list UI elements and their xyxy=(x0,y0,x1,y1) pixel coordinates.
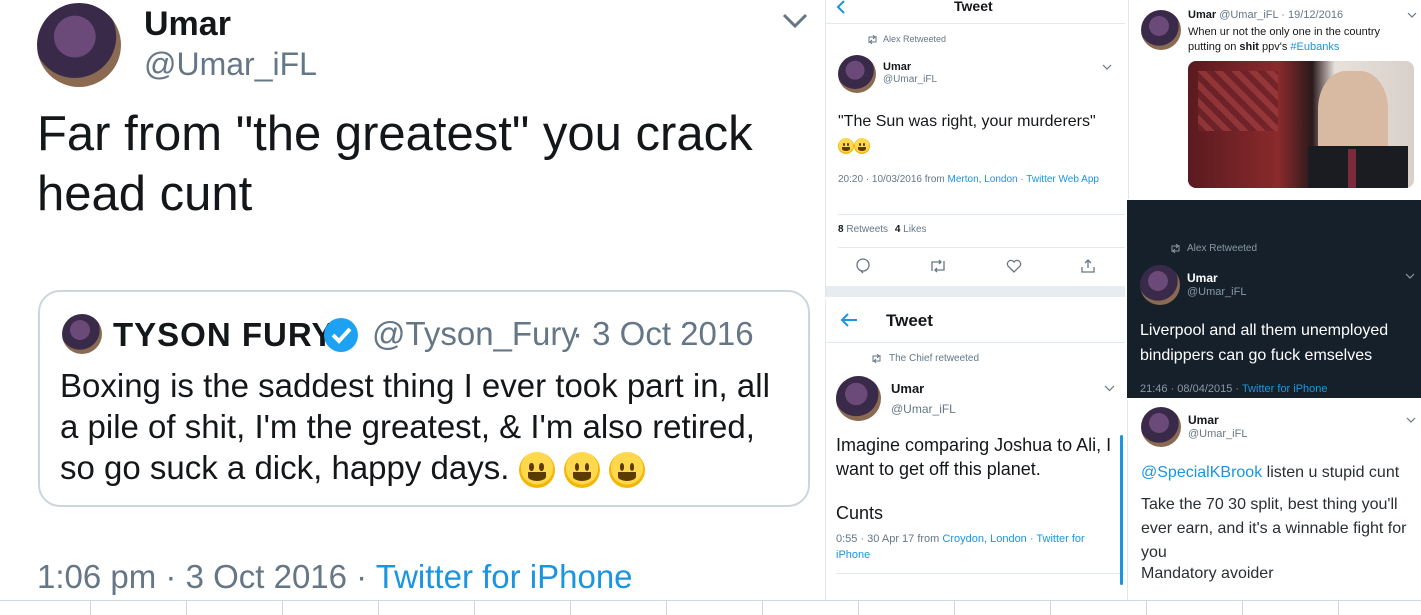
engagement-stats: 8 Retweets 4 Likes xyxy=(838,224,927,235)
author-handle[interactable]: @Umar_iFL xyxy=(1187,286,1246,298)
smiley-emoji-icon xyxy=(563,452,600,489)
quote-date: · 3 Oct 2016 xyxy=(572,315,754,352)
retweet-icon xyxy=(1170,244,1181,253)
tweet-text-part: putting on xyxy=(1188,41,1237,53)
share-icon[interactable] xyxy=(1080,258,1096,274)
tweet-timestamp: 1:06 pm · 3 Oct 2016 · Twitter for iPhon… xyxy=(37,558,633,596)
source-link[interactable]: Web App xyxy=(1059,174,1099,185)
tweet-meta: 20:20 · 10/03/2016 from Merton, London ·… xyxy=(838,174,1099,185)
retweeted-by[interactable]: Alex Retweeted xyxy=(1187,243,1257,254)
tweet-text: Far from "the greatest" you crack head c… xyxy=(37,107,753,221)
tweet-text-bold: shit xyxy=(1239,41,1259,53)
laughing-emoji-icon xyxy=(838,137,870,155)
tweet-media-image[interactable] xyxy=(1188,61,1414,188)
avatar[interactable] xyxy=(1141,10,1181,50)
chevron-down-icon[interactable] xyxy=(1406,417,1416,424)
chevron-down-icon[interactable] xyxy=(1102,64,1112,71)
chevron-down-icon[interactable] xyxy=(782,12,808,30)
back-arrow-icon[interactable] xyxy=(834,0,848,14)
author-name[interactable]: Umar xyxy=(1188,413,1219,427)
tweet-text-line-1: @SpecialKBrook listen u stupid cunt xyxy=(1141,464,1399,482)
tweet-panel-2: Tweet Alex Retweeted Umar @Umar_iFL "The… xyxy=(825,0,1125,297)
verified-icon xyxy=(323,317,359,353)
author-handle[interactable]: @Umar_iFL xyxy=(144,46,317,83)
tweet-timestamp: 21:46 · 08/04/2015 · Twitter for iPhone xyxy=(1140,383,1328,395)
mention-link[interactable]: @SpecialKBrook xyxy=(1141,464,1262,481)
tweet-text: Imagine comparing Joshua to Ali, I want … xyxy=(836,435,1112,479)
like-icon[interactable] xyxy=(1006,259,1022,273)
likes-count[interactable]: 4 xyxy=(895,224,901,235)
author-handle[interactable]: @Umar_iFL xyxy=(883,74,937,85)
avatar[interactable] xyxy=(1140,265,1180,305)
author-handle-date[interactable]: @Umar_iFL · 19/12/2016 xyxy=(1219,9,1343,21)
tweet-panel-5: Alex Retweeted Umar @Umar_iFL Liverpool … xyxy=(1127,200,1421,398)
tweet-text: Liverpool and all them unemployed bindip… xyxy=(1140,322,1389,364)
tweet-time: 20:20 · 10/03/2016 from xyxy=(838,174,945,185)
author-name[interactable]: Umar xyxy=(891,381,924,396)
tweet-text-part: listen u stupid cunt xyxy=(1266,464,1400,481)
tweet-time: 0:55 · 30 Apr 17 from xyxy=(836,533,940,545)
scrollbar[interactable] xyxy=(1120,435,1123,585)
location-link[interactable]: London xyxy=(984,174,1017,185)
retweets-count[interactable]: 8 xyxy=(838,224,844,235)
reply-icon[interactable] xyxy=(855,258,871,274)
tweet-text-2: Cunts xyxy=(836,503,884,523)
location-link[interactable]: Croydon, London xyxy=(942,533,1026,545)
back-arrow-icon[interactable] xyxy=(840,312,858,328)
retweets-label[interactable]: Retweets xyxy=(846,224,888,235)
page-title: Tweet xyxy=(954,0,993,14)
source-link[interactable]: · Twitter xyxy=(1020,174,1055,185)
retweeted-by[interactable]: Alex Retweeted xyxy=(883,34,946,44)
tweet-text: When ur not the only one in the country … xyxy=(1188,25,1418,55)
tweet-source-link[interactable]: Twitter for iPhone xyxy=(1242,383,1328,395)
smiley-emoji-icon xyxy=(608,452,645,489)
author-name[interactable]: Umar xyxy=(1187,271,1218,285)
chevron-down-icon[interactable] xyxy=(1405,273,1415,280)
bottom-grid-strip xyxy=(0,600,1421,615)
tweet-panel-4: Umar @Umar_iFL · 19/12/2016 When ur not … xyxy=(1128,0,1421,199)
tweet-text-2: Take the 70 30 split, best thing you'll … xyxy=(1141,496,1407,561)
page-title: Tweet xyxy=(886,311,933,330)
tweet-text-line-2: putting on shit ppv's #Eubanks xyxy=(1188,40,1418,55)
quote-text-body: Boxing is the saddest thing I ever took … xyxy=(60,367,770,486)
quote-author-handle: @Tyson_Fury xyxy=(372,315,578,352)
quote-author-name: TYSON FURY xyxy=(113,316,335,353)
avatar[interactable] xyxy=(37,3,121,87)
likes-label[interactable]: Likes xyxy=(903,224,926,235)
avatar[interactable] xyxy=(838,55,876,93)
author-name[interactable]: Umar xyxy=(144,5,231,44)
tweet-text-3: Mandatory avoider xyxy=(1141,565,1274,582)
tweet-text: "The Sun was right, your murderers" xyxy=(838,113,1096,130)
action-bar xyxy=(826,256,1125,276)
tweet-header: Umar @Umar_iFL · 19/12/2016 xyxy=(1188,9,1343,21)
source-link[interactable]: · Twitter xyxy=(1030,533,1069,545)
retweet-icon[interactable] xyxy=(929,259,947,273)
tweet-meta: 0:55 · 30 Apr 17 from Croydon, London · … xyxy=(836,531,1106,563)
author-name[interactable]: Umar xyxy=(1188,9,1216,21)
tweet-time[interactable]: 21:46 · 08/04/2015 · xyxy=(1140,383,1239,395)
chevron-down-icon[interactable] xyxy=(1104,385,1115,392)
chevron-down-icon[interactable] xyxy=(1407,12,1417,19)
author-handle[interactable]: @Umar_iFL xyxy=(1188,428,1247,440)
retweet-icon xyxy=(871,354,882,363)
retweet-icon xyxy=(867,35,878,44)
tweet-source-link[interactable]: Twitter for iPhone xyxy=(376,558,633,595)
location-link[interactable]: Merton xyxy=(948,174,979,185)
tweet-text-line-1: When ur not the only one in the country xyxy=(1188,26,1381,38)
quoted-tweet[interactable]: TYSON FURY @Tyson_Fury · 3 Oct 2016 Boxi… xyxy=(38,290,810,507)
main-tweet: Umar @Umar_iFL Far from "the greatest" y… xyxy=(0,0,822,600)
quote-text: Boxing is the saddest thing I ever took … xyxy=(60,365,790,489)
smiley-emoji-icon xyxy=(518,452,555,489)
author-handle[interactable]: @Umar_iFL xyxy=(891,402,956,416)
author-name[interactable]: Umar xyxy=(883,61,911,73)
tweet-text-part: ppv's xyxy=(1262,41,1288,53)
avatar[interactable] xyxy=(836,376,881,421)
tweet-time[interactable]: 1:06 pm · 3 Oct 2016 · xyxy=(37,558,367,595)
avatar xyxy=(62,314,102,354)
avatar[interactable] xyxy=(1141,407,1181,447)
tweet-panel-6: Umar @Umar_iFL @SpecialKBrook listen u s… xyxy=(1127,400,1421,600)
retweeted-by[interactable]: The Chief retweeted xyxy=(889,353,979,364)
tweet-panel-3: Tweet The Chief retweeted Umar @Umar_iFL… xyxy=(825,300,1125,600)
hashtag-link[interactable]: #Eubanks xyxy=(1290,41,1339,53)
